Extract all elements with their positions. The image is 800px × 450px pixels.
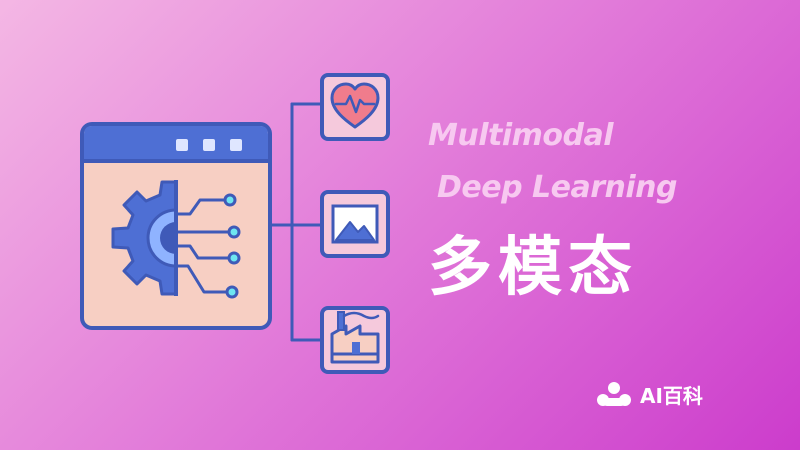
- page-title: 多模态: [428, 231, 638, 305]
- brand-name: AI百科: [640, 383, 703, 408]
- heart-pulse-icon: [320, 73, 390, 141]
- image-icon: [320, 190, 390, 258]
- brand-logo-icon: [597, 382, 631, 406]
- subtitle-line-2: Deep Learning: [437, 170, 678, 205]
- subtitle-line-1: Multimodal: [428, 118, 614, 153]
- factory-icon: [320, 306, 390, 374]
- banner-background: Multimodal Deep Learning 多模态 AI百科: [0, 0, 800, 450]
- brand-logo: AI百科: [594, 378, 703, 410]
- connector-lines: [268, 102, 324, 342]
